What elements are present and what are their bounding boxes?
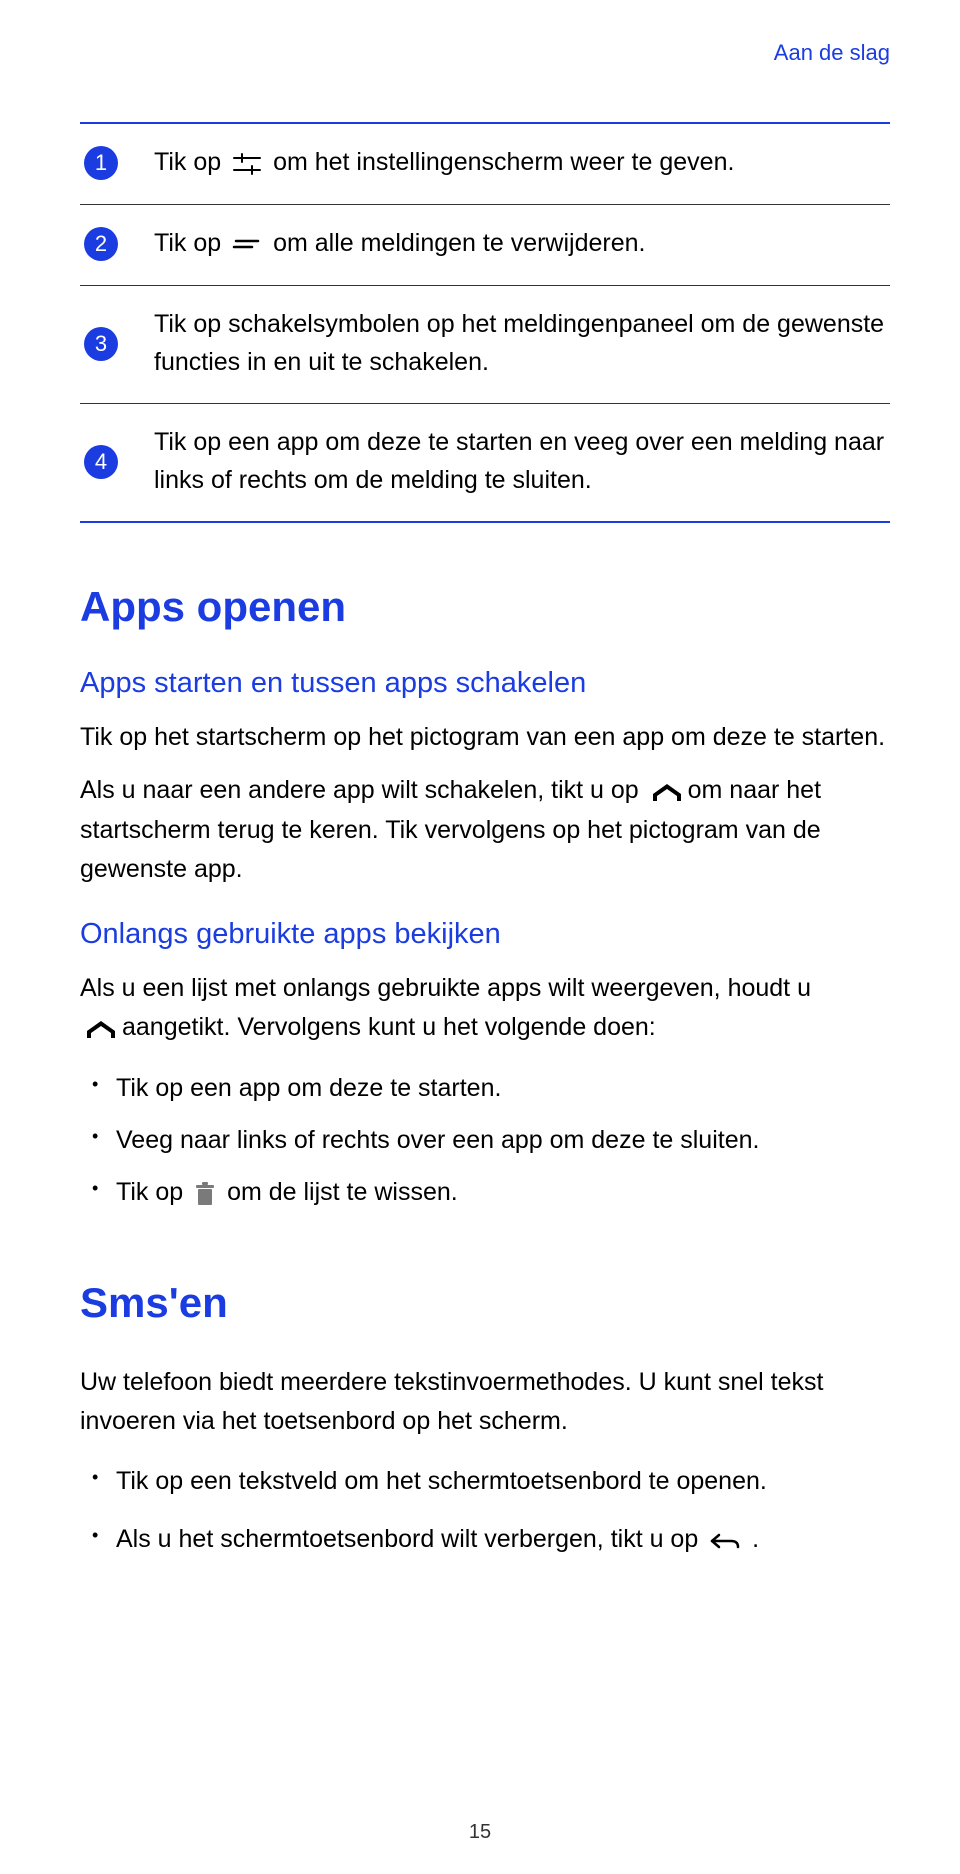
paragraph: Tik op het startscherm op het pictogram … bbox=[80, 718, 890, 757]
bullet-list: Tik op een app om deze te starten. Veeg … bbox=[80, 1062, 890, 1219]
step-row-3: 3 Tik op schakelsymbolen op het meldinge… bbox=[80, 286, 890, 403]
list-item: Als u het schermtoetsenbord wilt verberg… bbox=[88, 1513, 890, 1566]
step-row-2: 2 Tik op om alle meldingen te verwijdere… bbox=[80, 205, 890, 285]
page-header: Aan de slag bbox=[80, 40, 890, 66]
step-row-1: 1 Tik op om het instellingenscherm weer … bbox=[80, 124, 890, 204]
page-number: 15 bbox=[0, 1821, 960, 1844]
bullet-list: Tik op een tekstveld om het schermtoetse… bbox=[80, 1455, 890, 1507]
list-item: Tik op een tekstveld om het schermtoetse… bbox=[88, 1455, 890, 1507]
text: Tik op bbox=[154, 229, 228, 257]
text: Tik op bbox=[154, 148, 228, 176]
step-row-4: 4 Tik op een app om deze te starten en v… bbox=[80, 404, 890, 521]
subheading-onlangs: Onlangs gebruikte apps bekijken bbox=[80, 918, 890, 951]
divider bbox=[80, 521, 890, 523]
text: Als u naar een andere app wilt schakelen… bbox=[80, 776, 646, 804]
paragraph: Als u een lijst met onlangs gebruikte ap… bbox=[80, 969, 890, 1048]
bullet-list: Als u het schermtoetsenbord wilt verberg… bbox=[80, 1513, 890, 1566]
text: Tik op bbox=[116, 1178, 190, 1206]
list-item: Veeg naar links of rechts over een app o… bbox=[88, 1114, 890, 1166]
home-icon bbox=[84, 1009, 118, 1048]
step-text-3: Tik op schakelsymbolen op het meldingenp… bbox=[154, 306, 886, 381]
step-badge-2: 2 bbox=[84, 227, 118, 261]
document-page: Aan de slag 1 Tik op om het instellingen… bbox=[0, 0, 960, 1874]
back-icon bbox=[709, 1520, 741, 1560]
step-text-2: Tik op om alle meldingen te verwijderen. bbox=[154, 225, 645, 263]
paragraph: Uw telefoon biedt meerdere tekstinvoerme… bbox=[80, 1363, 890, 1441]
step-text-1: Tik op om het instellingenscherm weer te… bbox=[154, 144, 734, 182]
text: aangetikt. Vervolgens kunt u het volgend… bbox=[122, 1013, 656, 1041]
heading-smsen: Sms'en bbox=[80, 1279, 890, 1327]
step-badge-3: 3 bbox=[84, 327, 118, 361]
text: om het instellingenscherm weer te geven. bbox=[273, 148, 734, 176]
step-badge-1: 1 bbox=[84, 146, 118, 180]
subheading-apps-starten: Apps starten en tussen apps schakelen bbox=[80, 667, 890, 700]
settings-sliders-icon bbox=[232, 145, 262, 183]
text: om de lijst te wissen. bbox=[227, 1178, 458, 1206]
text: om alle meldingen te verwijderen. bbox=[273, 229, 645, 257]
step-text-4: Tik op een app om deze te starten en vee… bbox=[154, 424, 886, 499]
text: Als u het schermtoetsenbord wilt verberg… bbox=[116, 1525, 705, 1553]
paragraph: Als u naar een andere app wilt schakelen… bbox=[80, 771, 890, 888]
heading-apps-openen: Apps openen bbox=[80, 583, 890, 631]
clear-stack-icon bbox=[232, 226, 262, 264]
list-item: Tik op om de lijst te wissen. bbox=[88, 1166, 890, 1219]
steps-table: 1 Tik op om het instellingenscherm weer … bbox=[80, 122, 890, 523]
home-icon bbox=[650, 772, 684, 811]
trash-icon bbox=[194, 1173, 216, 1213]
list-item: Tik op een app om deze te starten. bbox=[88, 1062, 890, 1114]
step-badge-4: 4 bbox=[84, 445, 118, 479]
text: Als u een lijst met onlangs gebruikte ap… bbox=[80, 974, 811, 1002]
text: . bbox=[752, 1525, 759, 1553]
